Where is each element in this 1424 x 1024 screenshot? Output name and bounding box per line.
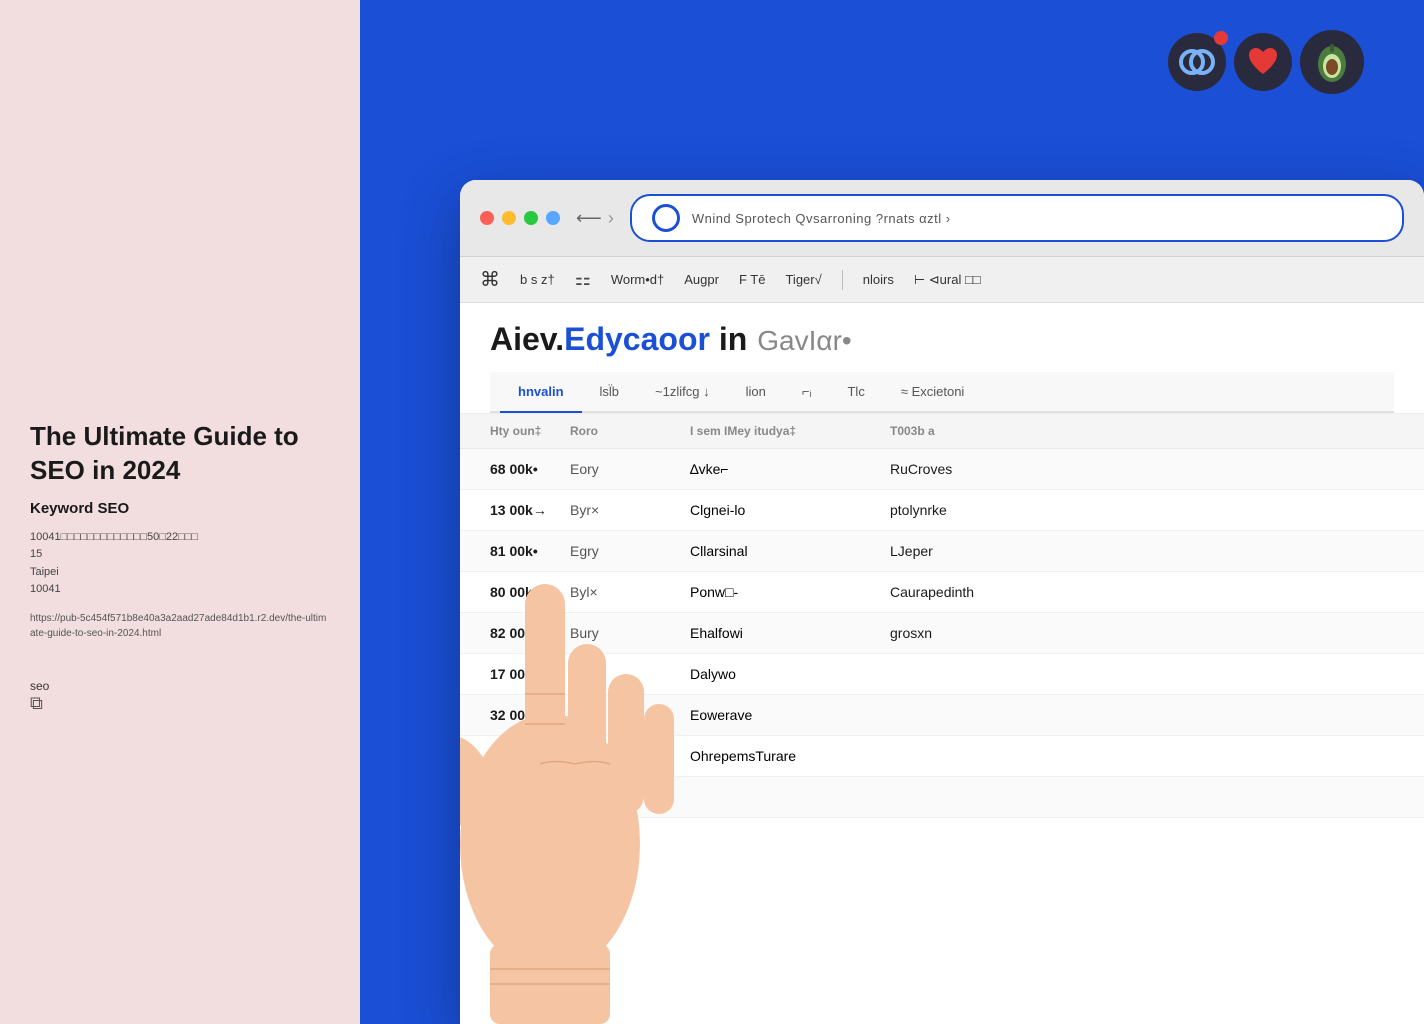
table-header: Hty oun‡ Roro I sem IMey itudya‡ T003b a [460, 414, 1424, 449]
toolbar-icon-2: ⚏ [575, 269, 591, 290]
traffic-lights [480, 211, 560, 225]
seo-label: seo [30, 679, 330, 693]
browser-icon-1 [1168, 33, 1226, 91]
diff-cell: Nillv [570, 748, 690, 764]
diff-cell: Eory [570, 461, 690, 477]
avocado-icon [1310, 40, 1354, 84]
diff-cell: Egry [570, 543, 690, 559]
table-row: 13 00k→ Byr× Clgnei-lo ptolynrke [460, 490, 1424, 531]
maximize-button[interactable] [524, 211, 538, 225]
title-sub: GavIαr• [757, 325, 851, 357]
browser-logo [652, 204, 680, 232]
table-row: 68 00k• Eory ∆vke⌐ RuCroves [460, 449, 1424, 490]
volume-cell: 80 00k• [490, 584, 570, 600]
tab-lslb[interactable]: lsl̈b [582, 372, 638, 413]
col-header-3: I sem IMey itudya‡ [690, 424, 890, 438]
tab-hnvalin[interactable]: hnvalin [500, 372, 582, 413]
toolbar-label-5: Tiger√ [785, 272, 821, 287]
copy-icon[interactable]: ⧉ [30, 693, 330, 714]
tab-icon[interactable]: ⌐ᵢ [784, 372, 830, 413]
meta-info: 10041□□□□□□□□□□□□□50□22□□□ 15 Taipei 100… [30, 529, 330, 599]
table-row: S0 00k• Nillv OhrepemsTurare [460, 736, 1424, 777]
browser-window: ⟵ › Wnind Sprotech Qvsarroning ?rnats αz… [460, 180, 1424, 1024]
volume-cell: 81 00k• [490, 543, 570, 559]
browser-icon-3 [1300, 30, 1364, 94]
diff-cell: Byr× [570, 502, 690, 518]
page-title: The Ultimate Guide to SEO in 2024 [30, 420, 330, 488]
forward-arrow[interactable]: › [608, 208, 614, 229]
type-cell: OhrepemsTurare [690, 748, 890, 764]
title-highlight: Edycaoor [564, 321, 710, 357]
page-url: https://pub-5c454f571b8e40a3a2aad27ade84… [30, 611, 330, 641]
heart-icon [1243, 42, 1283, 82]
volume-cell: S0 00k• [490, 748, 570, 764]
volume-cell: 68 00k• [490, 461, 570, 477]
table-row: 32 00k• Bory Eowerave [460, 695, 1424, 736]
extra-button[interactable] [546, 211, 560, 225]
browser-toolbar: ⌘ b s z† ⚏ Worm•d† Augpr F Tē Tiger√ nlo… [460, 257, 1424, 303]
table-row: 8F 00k• [460, 777, 1424, 818]
toolbar-label-2: Worm•d† [611, 272, 664, 287]
type-cell: Clgnei-lo [690, 502, 890, 518]
type-cell: Dalywo [690, 666, 890, 682]
type-cell: ∆vke⌐ [690, 461, 890, 477]
toolbar-label-1: b s z† [520, 272, 555, 287]
toolbar-icon-1[interactable]: ⌘ [480, 267, 500, 292]
toolbar-label-4: F Tē [739, 272, 766, 287]
diff-cell: Bory [570, 707, 690, 723]
keyword-cell: grosxn [890, 625, 1394, 641]
browser-icons [1168, 30, 1364, 94]
title-part1: Aiev.Edycaoor in [490, 321, 747, 358]
address-text: Wnind Sprotech Qvsarroning ?rnats αztl › [692, 211, 951, 226]
tab-zlifcg[interactable]: ~1zlifcg ↓ [637, 372, 728, 413]
tab-tlc[interactable]: Tlc [829, 372, 882, 413]
subtitle: Keyword SEO [30, 500, 330, 517]
toolbar-label-3: Augpr [684, 272, 719, 287]
table-row: 82 00k• Bury Ehalfowi grosxn [460, 613, 1424, 654]
col-header-1: Hty oun‡ [490, 424, 570, 438]
diff-cell: Bury [570, 625, 690, 641]
type-cell: Eowerave [690, 707, 890, 723]
close-button[interactable] [480, 211, 494, 225]
browser-chrome: ⟵ › Wnind Sprotech Qvsarroning ?rnats αz… [460, 180, 1424, 257]
page-content-header: Aiev.Edycaoor in GavIαr• hnvalin lsl̈b ~… [460, 303, 1424, 414]
toolbar-divider [842, 270, 843, 290]
address-bar[interactable]: Wnind Sprotech Qvsarroning ?rnats αztl › [630, 194, 1404, 242]
volume-cell: 13 00k→ [490, 502, 570, 518]
type-cell: Ehalfowi [690, 625, 890, 641]
page-title-row: Aiev.Edycaoor in GavIαr• [490, 321, 1394, 358]
left-panel: The Ultimate Guide to SEO in 2024 Keywor… [0, 0, 360, 1024]
diff-cell: Byl× [570, 584, 690, 600]
type-cell: Ponw□- [690, 584, 890, 600]
table-row: 80 00k• Byl× Ponw□- Caurapedinth [460, 572, 1424, 613]
browser-icon-2 [1234, 33, 1292, 91]
table-row: 81 00k• Egry Cllarsinal LJeper [460, 531, 1424, 572]
back-arrow[interactable]: ⟵ [576, 208, 602, 229]
keyword-cell: Caurapedinth [890, 584, 1394, 600]
tab-bar: hnvalin lsl̈b ~1zlifcg ↓ lion ⌐ᵢ Tlc ≈ E… [490, 372, 1394, 413]
col-header-4: T003b a [890, 424, 1394, 438]
toolbar-label-7: ⊢ ⊲ural □□ [914, 272, 981, 288]
tab-lion[interactable]: lion [728, 372, 784, 413]
keyword-table: Hty oun‡ Roro I sem IMey itudya‡ T003b a… [460, 414, 1424, 1024]
toolbar-label-6: nloirs [863, 272, 894, 287]
right-panel: ⟵ › Wnind Sprotech Qvsarroning ?rnats αz… [360, 0, 1424, 1024]
type-cell: Cllarsinal [690, 543, 890, 559]
red-dot-badge [1214, 31, 1228, 45]
nav-arrows: ⟵ › [576, 208, 614, 229]
tab-excietoni[interactable]: ≈ Excietoni [883, 372, 983, 413]
col-header-2: Roro [570, 424, 690, 438]
browser-icon-svg-1 [1178, 43, 1216, 81]
volume-cell: 8F 00k• [490, 789, 570, 805]
volume-cell: 17 004• [490, 666, 570, 682]
diff-cell: Ryl× [570, 666, 690, 682]
table-row: 17 004• Ryl× Dalywo [460, 654, 1424, 695]
keyword-cell: ptolynrke [890, 502, 1394, 518]
volume-cell: 32 00k• [490, 707, 570, 723]
keyword-cell: LJeper [890, 543, 1394, 559]
keyword-cell: RuCroves [890, 461, 1394, 477]
minimize-button[interactable] [502, 211, 516, 225]
volume-cell: 82 00k• [490, 625, 570, 641]
